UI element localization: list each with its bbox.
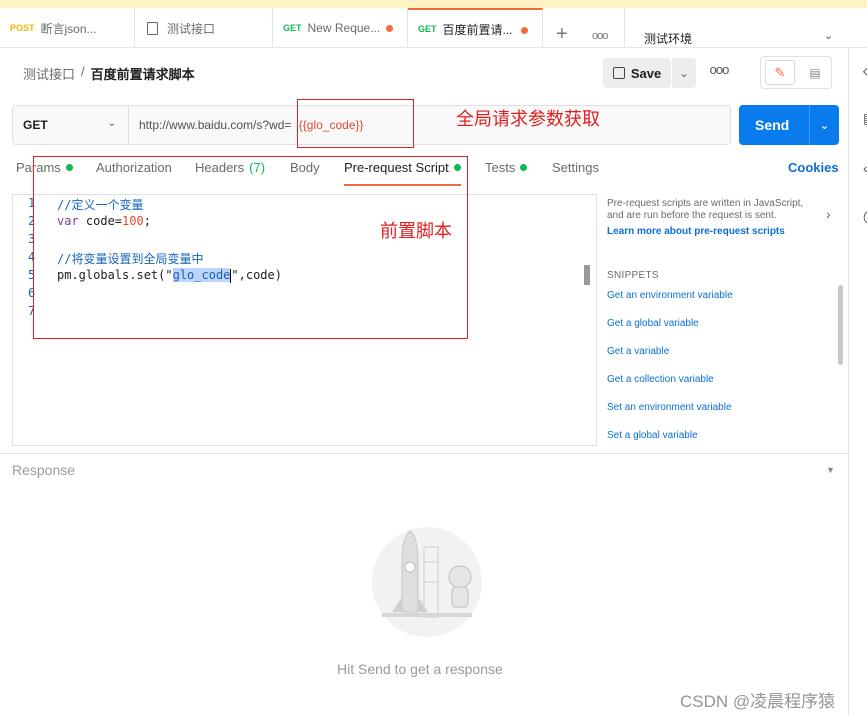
snippet-item[interactable]: Set a global variable <box>607 430 698 441</box>
tab-test-interface[interactable]: 测试接口 <box>135 8 273 48</box>
send-label: Send <box>755 117 790 133</box>
sidebar-icon-3[interactable]: ‹ <box>863 160 867 176</box>
editor-scrollbar[interactable] <box>584 265 590 285</box>
tab-settings[interactable]: Settings <box>552 160 599 175</box>
unsaved-dot <box>521 27 528 34</box>
tab-method: POST <box>10 23 35 33</box>
tab-method: GET <box>418 24 437 34</box>
snippet-item[interactable]: Set an environment variable <box>607 402 732 413</box>
snippets-hint: Pre-request scripts are written in JavaS… <box>607 198 812 238</box>
breadcrumb: 测试接口 / 百度前置请求脚本 <box>23 64 195 83</box>
tab-settings-label: Settings <box>552 160 599 175</box>
send-options-chevron-icon[interactable]: ⌄ <box>809 105 839 145</box>
save-options-chevron-icon[interactable]: ⌄ <box>671 58 696 88</box>
method-label: GET <box>23 118 48 132</box>
active-dot <box>520 164 528 171</box>
more-options-icon[interactable]: ooo <box>705 62 733 84</box>
tab-method: GET <box>283 23 302 33</box>
tab-tests[interactable]: Tests <box>485 160 528 175</box>
snippets-heading: SNIPPETS <box>607 270 659 281</box>
annotation-box-url-var <box>297 99 414 148</box>
tab-more-icon[interactable]: ooo <box>592 30 608 42</box>
tab-new-request[interactable]: GET New Reque... <box>273 8 408 48</box>
sidebar-icon-4[interactable]: ◯ <box>863 208 867 225</box>
empty-response-text: Hit Send to get a response <box>337 661 503 677</box>
breadcrumb-separator: / <box>81 64 85 79</box>
snippet-item[interactable]: Get a global variable <box>607 318 699 329</box>
annotation-global-param: 全局请求参数获取 <box>456 109 600 129</box>
save-icon <box>612 67 625 79</box>
sidebar-icon-1[interactable]: ⌫ <box>863 64 867 81</box>
annotation-box-script <box>33 156 468 339</box>
chevron-down-icon: ⌄ <box>107 118 116 129</box>
caret-down-icon[interactable]: ▼ <box>826 465 835 475</box>
chevron-right-icon[interactable]: › <box>826 206 831 222</box>
chevron-down-icon[interactable]: ⌄ <box>824 29 833 42</box>
breadcrumb-parent[interactable]: 测试接口 <box>23 64 75 83</box>
rocket-astronaut-illustration-icon <box>372 527 482 637</box>
snippet-item[interactable]: Get a collection variable <box>607 374 714 385</box>
tab-assert-json[interactable]: POST 断言json... <box>0 8 135 48</box>
environment-select[interactable]: 测试环境 <box>644 30 692 47</box>
snippets-scrollbar[interactable] <box>838 285 843 365</box>
annotation-pre-script: 前置脚本 <box>380 221 452 241</box>
tab-tests-label: Tests <box>485 160 516 175</box>
save-label: Save <box>630 65 662 81</box>
top-strip <box>0 0 867 8</box>
document-icon <box>147 21 158 35</box>
tab-label: 断言json... <box>40 21 97 36</box>
send-button[interactable]: Send ⌄ <box>739 105 839 145</box>
right-sidebar: ⌫ ▤ ‹ ◯ <box>848 48 867 716</box>
method-select[interactable]: GET ⌄ <box>13 106 129 144</box>
tab-baidu-prerequest[interactable]: GET 百度前置请... <box>408 8 543 48</box>
tab-bar: POST 断言json... 测试接口 GET New Reque... GET… <box>0 8 867 48</box>
save-button[interactable]: Save <box>603 58 671 88</box>
page-title: 百度前置请求脚本 <box>90 67 195 82</box>
learn-more-link[interactable]: Learn more about pre-request scripts <box>607 226 812 238</box>
new-tab-plus-icon[interactable]: + <box>556 24 568 44</box>
url-prefix: http://www.baidu.com/s?wd= <box>139 118 292 132</box>
tab-label: 测试接口 <box>167 21 216 36</box>
sidebar-icon-2[interactable]: ▤ <box>863 110 867 127</box>
tab-label: 百度前置请... <box>442 22 513 37</box>
divider <box>0 453 848 454</box>
response-title: Response <box>12 462 76 478</box>
snippet-item[interactable]: Get a variable <box>607 346 669 357</box>
hint-text: Pre-request scripts are written in JavaS… <box>607 198 804 221</box>
pencil-icon[interactable]: ✎ <box>765 60 795 85</box>
tab-label: New Reque... <box>307 21 381 35</box>
comment-icon[interactable]: ▤ <box>801 60 829 85</box>
view-toggle: ✎ ▤ <box>760 56 832 89</box>
divider <box>624 8 625 48</box>
watermark: CSDN @凌晨程序猿 <box>680 692 836 711</box>
unsaved-dot <box>386 25 393 32</box>
cookies-link[interactable]: Cookies <box>788 160 839 175</box>
snippet-item[interactable]: Get an environment variable <box>607 290 733 301</box>
